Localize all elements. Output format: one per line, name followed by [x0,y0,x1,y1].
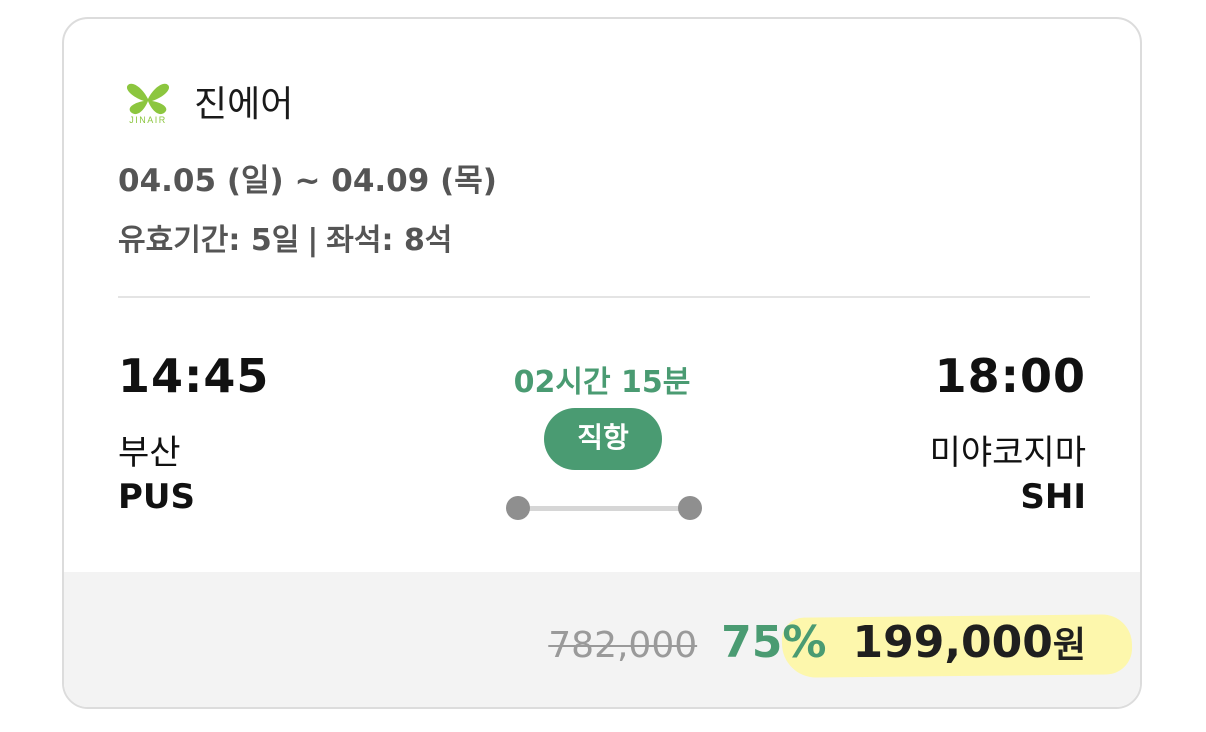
butterfly-logo-icon: JINAIR [126,83,170,125]
arrival-city: 미야코지마 [929,433,1086,473]
separator: | [307,223,319,258]
airline-name: 진에어 [194,84,294,125]
price-row: 782,000 75% 199,000 원 [548,616,1086,668]
airline-header: JINAIR 진에어 [118,75,293,127]
route-line [506,494,702,522]
final-price: 199,000 [852,617,1053,668]
arrival-code: SHI [1020,477,1086,517]
route-bar [518,506,690,511]
travel-dates: 04.05 (일) ~ 04.09 (목) [118,163,497,199]
seats-label: 좌석: 8석 [326,223,453,258]
route-end-dot [678,496,702,520]
direct-flight-badge: 직항 [544,408,662,470]
validity-seats: 유효기간: 5일 | 좌석: 8석 [118,215,452,259]
original-price: 782,000 [548,625,698,666]
route-start-dot [506,496,530,520]
logo-text: JINAIR [129,115,167,125]
jinair-logo: JINAIR [118,77,178,125]
validity-label: 유효기간: 5일 [118,223,300,258]
currency-unit: 원 [1052,625,1086,666]
divider [118,296,1090,298]
arrival-time: 18:00 [934,349,1086,403]
flight-deal-card[interactable]: JINAIR 진에어 04.05 (일) ~ 04.09 (목) 유효기간: 5… [62,17,1142,709]
price-section: 782,000 75% 199,000 원 [64,572,1140,707]
discount-rate: 75% [721,617,827,668]
departure-city: 부산 [118,433,181,473]
departure-code: PUS [118,477,196,517]
